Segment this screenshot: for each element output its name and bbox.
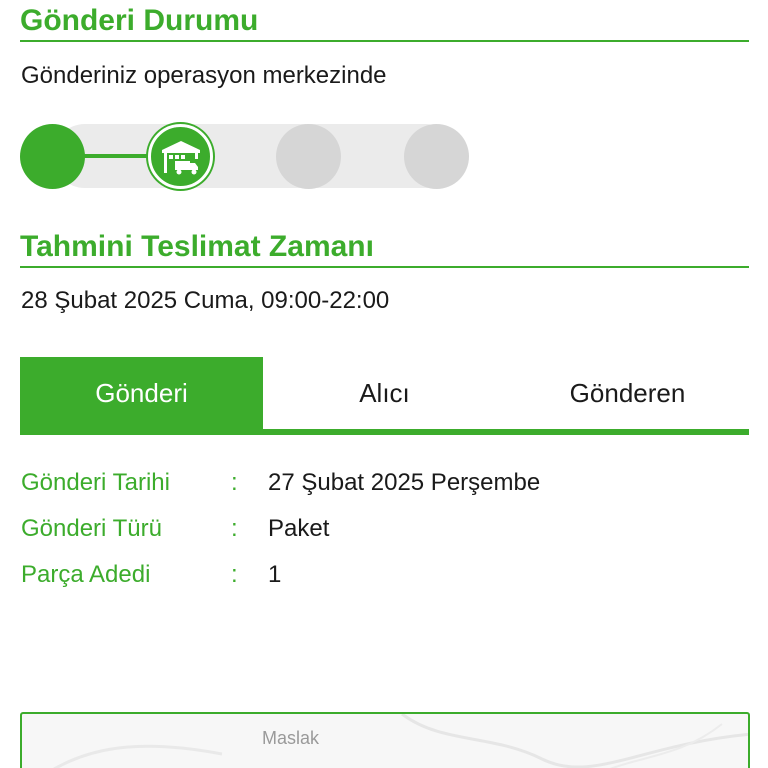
progress-tracker (20, 123, 470, 189)
progress-step-3 (276, 124, 341, 189)
progress-step-4 (404, 124, 469, 189)
info-row-date: Gönderi Tarihi : 27 Şubat 2025 Perşembe (21, 460, 741, 506)
info-value: Paket (268, 515, 330, 542)
map-location-label: Maslak (262, 728, 320, 748)
tab-gonderen[interactable]: Gönderen (506, 357, 749, 429)
warehouse-truck-icon (162, 141, 200, 175)
info-separator: : (231, 561, 238, 588)
map-roads (52, 714, 748, 768)
info-value: 1 (268, 561, 282, 588)
info-row-type: Gönderi Türü : Paket (21, 506, 741, 552)
tab-gonderi[interactable]: Gönderi (20, 357, 263, 429)
tab-alici[interactable]: Alıcı (263, 357, 506, 429)
info-value: 27 Şubat 2025 Perşembe (268, 469, 541, 496)
map-view[interactable]: Maslak (20, 712, 750, 768)
shipment-info: Gönderi Tarihi : 27 Şubat 2025 Perşembe … (21, 460, 741, 598)
shipment-status-title: Gönderi Durumu (20, 4, 749, 42)
detail-tabs: Gönderi Alıcı Gönderen (20, 357, 749, 435)
estimated-delivery-title: Tahmini Teslimat Zamanı (20, 230, 749, 268)
shipment-status-text: Gönderiniz operasyon merkezinde (21, 62, 387, 89)
info-label: Gönderi Türü (21, 515, 162, 542)
info-separator: : (231, 469, 238, 496)
info-separator: : (231, 515, 238, 542)
info-label: Parça Adedi (21, 561, 151, 588)
progress-step-2 (148, 124, 213, 189)
info-row-pieces: Parça Adedi : 1 (21, 552, 741, 598)
info-label: Gönderi Tarihi (21, 469, 170, 496)
estimated-delivery-text: 28 Şubat 2025 Cuma, 09:00-22:00 (21, 287, 390, 314)
progress-step-1 (20, 124, 85, 189)
